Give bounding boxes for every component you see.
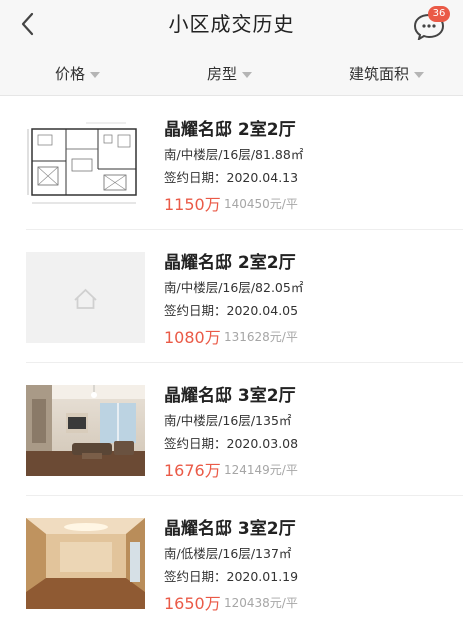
page-title: 小区成交历史 [168, 12, 295, 36]
floor-plan-image [26, 119, 145, 210]
filter-area[interactable]: 建筑面积 [349, 63, 425, 84]
listing-sign-date: 签约日期：2020.04.05 [164, 303, 299, 318]
listing-info: 南/中楼层/16层/81.88㎡ [164, 147, 304, 162]
listing-info: 南/中楼层/16层/82.05㎡ [164, 280, 304, 295]
listing-title: 晶耀名邸 2室2厅 [164, 120, 296, 140]
listing-title: 晶耀名邸 3室2厅 [164, 519, 296, 539]
message-count-badge[interactable]: 36 [428, 6, 450, 22]
listing-unit-price: 120438元/平 [224, 596, 298, 610]
dropdown-caret-icon [90, 71, 101, 78]
listing-total-price: 1150万 [164, 195, 221, 214]
empty-room-photo [26, 518, 145, 609]
dropdown-caret-icon [242, 71, 253, 78]
listing-total-price: 1676万 [164, 461, 221, 480]
listing-total-price: 1650万 [164, 594, 221, 613]
living-room-photo [26, 385, 145, 476]
listing-unit-price: 140450元/平 [224, 197, 298, 211]
listing-sign-date: 签约日期：2020.01.19 [164, 569, 299, 584]
filter-price[interactable]: 价格 [55, 63, 101, 84]
listing-title: 晶耀名邸 3室2厅 [164, 386, 296, 406]
listing-item[interactable]: 晶耀名邸 3室2厅 南/中楼层/16层/135㎡ 签约日期：2020.03.08… [0, 363, 463, 496]
navigation-bar: 小区成交历史 36 [0, 0, 463, 50]
listing-sign-date: 签约日期：2020.03.08 [164, 436, 299, 451]
filter-layout[interactable]: 房型 [207, 63, 253, 84]
listing-total-price: 1080万 [164, 328, 221, 347]
listing-item[interactable]: 晶耀名邸 2室2厅 南/中楼层/16层/81.88㎡ 签约日期：2020.04.… [0, 97, 463, 230]
filter-price-label: 价格 [55, 65, 86, 83]
dropdown-caret-icon [414, 71, 425, 78]
filter-area-label: 建筑面积 [349, 65, 410, 83]
listing-item[interactable]: 晶耀名邸 2室2厅 南/中楼层/16层/82.05㎡ 签约日期：2020.04.… [0, 230, 463, 363]
listing-info: 南/低楼层/16层/137㎡ [164, 546, 292, 561]
listing-unit-price: 124149元/平 [224, 463, 298, 477]
listing-sign-date: 签约日期：2020.04.13 [164, 170, 299, 185]
listing-title: 晶耀名邸 2室2厅 [164, 253, 296, 273]
listing-info: 南/中楼层/16层/135㎡ [164, 413, 292, 428]
listing-unit-price: 131628元/平 [224, 330, 298, 344]
filter-bar: 价格 房型 建筑面积 [0, 50, 463, 96]
listing-item[interactable]: 晶耀名邸 3室2厅 南/低楼层/16层/137㎡ 签约日期：2020.01.19… [0, 496, 463, 621]
image-placeholder [26, 252, 145, 343]
filter-layout-label: 房型 [207, 65, 238, 83]
